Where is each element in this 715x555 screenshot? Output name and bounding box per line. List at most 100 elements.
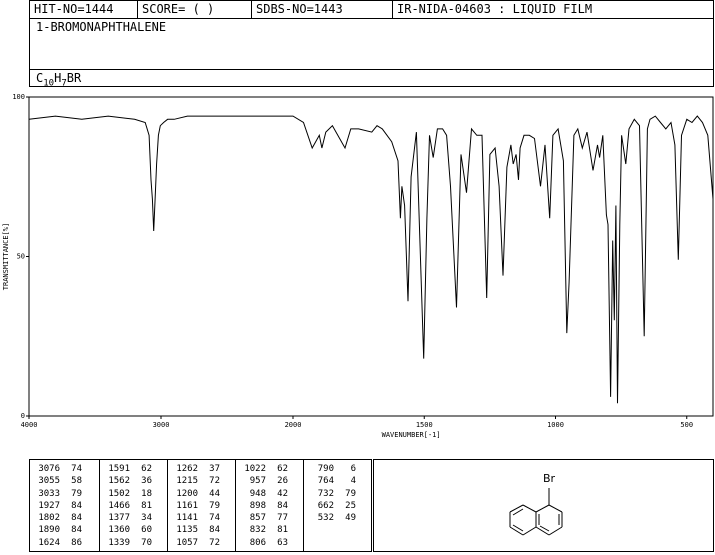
compound-name: 1-BROMONAPHTHALENE xyxy=(36,20,167,34)
peak-wavenumber: 732 xyxy=(317,488,334,499)
peak-transmittance: 6 xyxy=(350,464,356,474)
peak-wavenumber: 1200 xyxy=(176,488,198,499)
peak-wavenumber: 832 xyxy=(249,525,266,536)
peak-wavenumber: 1022 xyxy=(244,464,266,474)
peak-transmittance: 37 xyxy=(209,464,220,474)
x-tick-label: 3000 xyxy=(153,421,170,429)
peak-transmittance: 4 xyxy=(350,476,356,487)
peak-column: 1022 62 957 26 948 42 898 84 857 77 832 81 806 63 xyxy=(236,460,304,551)
naphthalene-structure: Br xyxy=(509,472,563,536)
peak-row: 1161 79 xyxy=(168,500,235,512)
molecular-formula: C10H7BR xyxy=(30,69,713,88)
peak-wavenumber: 1562 xyxy=(108,476,130,487)
peak-row: 1135 84 xyxy=(168,524,235,536)
peak-transmittance: 58 xyxy=(71,476,82,487)
peak-row: 662 25 xyxy=(304,500,371,512)
peak-wavenumber: 764 xyxy=(317,476,334,487)
y-tick-label: 100 xyxy=(12,93,25,101)
peak-row: 832 81 xyxy=(236,524,303,536)
x-tick-label: 2000 xyxy=(285,421,302,429)
ring-bonds xyxy=(509,488,563,536)
peak-transmittance: 44 xyxy=(209,488,220,499)
peak-row: 1802 84 xyxy=(30,512,99,524)
peak-transmittance: 84 xyxy=(209,525,220,536)
peak-transmittance: 74 xyxy=(209,513,220,524)
peak-transmittance: 81 xyxy=(277,525,288,536)
peak-wavenumber: 532 xyxy=(317,513,334,524)
ir-spectrum-chart: 0 50 100 4000 3000 2000 1500 1000 500 WAVENUMBE… xyxy=(2,93,714,439)
x-axis-label: WAVENUMBER[-1] xyxy=(382,431,441,439)
peak-wavenumber: 1339 xyxy=(108,537,130,548)
peak-transmittance: 77 xyxy=(277,513,288,524)
peak-row: 790 6 xyxy=(304,463,371,475)
spectrum-header: HIT-NO=1444 SCORE= ( ) SDBS-NO=1443 IR-N… xyxy=(29,0,714,88)
peak-row: 532 49 xyxy=(304,512,371,524)
bromine-label: Br xyxy=(543,472,556,485)
ir-identifier: IR-NIDA-04603 : LIQUID FILM xyxy=(397,2,593,16)
peak-row: 898 84 xyxy=(236,500,303,512)
peak-transmittance: 42 xyxy=(277,488,288,499)
peak-transmittance: 62 xyxy=(277,464,288,474)
peak-transmittance: 74 xyxy=(71,464,82,474)
peak-wavenumber: 1502 xyxy=(108,488,130,499)
peak-row: 1339 70 xyxy=(100,537,167,549)
peak-row: 1466 81 xyxy=(100,500,167,512)
peak-row: 1624 86 xyxy=(30,537,99,549)
peak-transmittance: 34 xyxy=(141,513,152,524)
peak-row: 1591 62 xyxy=(100,463,167,475)
header-info-row: HIT-NO=1444 SCORE= ( ) SDBS-NO=1443 IR-N… xyxy=(30,1,713,19)
peak-wavenumber: 1135 xyxy=(176,525,198,536)
peak-transmittance: 72 xyxy=(209,476,220,487)
y-tick-label: 0 xyxy=(21,412,25,420)
peak-transmittance: 70 xyxy=(141,537,152,548)
peak-row: 764 4 xyxy=(304,475,371,487)
peak-row: 1360 60 xyxy=(100,524,167,536)
spectrum-line xyxy=(28,115,714,404)
peak-row: 1141 74 xyxy=(168,512,235,524)
peak-row: 1262 37 xyxy=(168,463,235,475)
peak-row: 3076 74 xyxy=(30,463,99,475)
peak-row: 1200 44 xyxy=(168,488,235,500)
peak-row: 948 42 xyxy=(236,488,303,500)
peak-wavenumber: 948 xyxy=(249,488,266,499)
y-axis: 0 50 100 xyxy=(12,93,29,420)
peak-wavenumber: 898 xyxy=(249,500,266,511)
peak-wavenumber: 1215 xyxy=(176,476,198,487)
peak-column: 1591 62 1562 36 1502 18 1466 81 1377 34 1360 60 1339… xyxy=(100,460,168,551)
peak-wavenumber: 3055 xyxy=(38,476,60,487)
y-tick-label: 50 xyxy=(17,253,25,261)
peak-wavenumber: 957 xyxy=(249,476,266,487)
peak-transmittance: 84 xyxy=(71,513,82,524)
peak-row: 732 79 xyxy=(304,488,371,500)
sdbs-number: SDBS-NO=1443 xyxy=(252,1,393,18)
peak-wavenumber: 806 xyxy=(249,537,266,548)
x-tick-label: 1000 xyxy=(547,421,564,429)
peak-row: 1927 84 xyxy=(30,500,99,512)
peak-row: 806 63 xyxy=(236,537,303,549)
peak-wavenumber: 1141 xyxy=(176,513,198,524)
peak-transmittance: 86 xyxy=(71,537,82,548)
peak-transmittance: 18 xyxy=(141,488,152,499)
peak-wavenumber: 3033 xyxy=(38,488,60,499)
peak-transmittance: 81 xyxy=(141,500,152,511)
peak-transmittance: 36 xyxy=(141,476,152,487)
peak-wavenumber: 1057 xyxy=(176,537,198,548)
x-tick-label: 4000 xyxy=(21,421,38,429)
peak-wavenumber: 1466 xyxy=(108,500,130,511)
peak-column: 3076 74 3055 58 3033 79 1927 84 1802 84 1890 84 1624… xyxy=(30,460,100,551)
peak-transmittance: 72 xyxy=(209,537,220,548)
peak-transmittance: 79 xyxy=(209,500,220,511)
peak-wavenumber: 857 xyxy=(249,513,266,524)
peak-row: 1890 84 xyxy=(30,524,99,536)
score: SCORE= ( ) xyxy=(138,1,252,18)
peak-wavenumber: 1624 xyxy=(38,537,60,548)
y-axis-label: TRANSMITTANCE[%] xyxy=(2,223,10,290)
peak-row: 1057 72 xyxy=(168,537,235,549)
peak-row: 1022 62 xyxy=(236,463,303,475)
peak-wavenumber: 1802 xyxy=(38,513,60,524)
peak-transmittance: 79 xyxy=(345,488,356,499)
peak-transmittance: 62 xyxy=(141,464,152,474)
peak-transmittance: 84 xyxy=(71,525,82,536)
peak-transmittance: 26 xyxy=(277,476,288,487)
peak-transmittance: 49 xyxy=(345,513,356,524)
